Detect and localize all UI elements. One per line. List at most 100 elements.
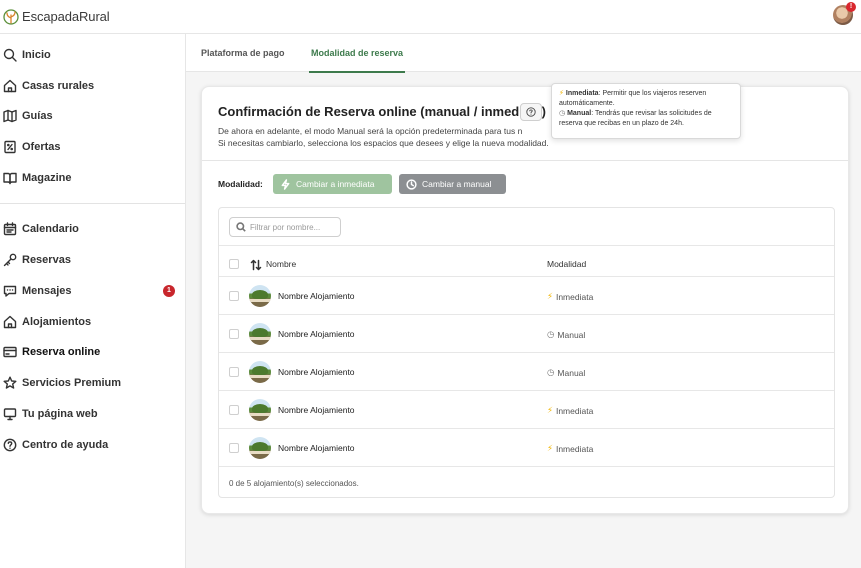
column-header-name[interactable]: Nombre [266, 259, 296, 269]
tab-plataforma-de-pago[interactable]: Plataforma de pago [201, 34, 285, 72]
accommodation-mode: ◷ Manual [547, 329, 585, 340]
sidebar-item-label: Alojamientos [22, 316, 92, 328]
accommodation-name: Nombre Alojamiento [278, 405, 355, 415]
table-row: Nombre Alojamiento ⚡ Inmediata [219, 428, 834, 466]
sidebar-item-calendario[interactable]: Calendario [0, 217, 185, 241]
sidebar-item-centro-de-ayuda[interactable]: Centro de ayuda [0, 433, 185, 457]
bolt-icon: ⚡ [547, 291, 553, 301]
accommodation-mode: ⚡ Inmediata [547, 291, 593, 302]
mode-text: Manual [557, 367, 586, 378]
sidebar-item-tu-pagina-web[interactable]: Tu página web [0, 402, 185, 426]
mode-help-tooltip: ⚡ Inmediata: Permitir que los viajeros r… [551, 83, 741, 139]
tooltip-immediate-title: Inmediata [565, 90, 599, 97]
brand-logo-icon [3, 8, 19, 25]
brand-name: EscapadaRural [22, 9, 110, 24]
accommodation-mode: ⚡ Inmediata [547, 443, 593, 454]
accommodation-name: Nombre Alojamiento [278, 291, 355, 301]
tab-modalidad-de-reserva[interactable]: Modalidad de reserva [308, 34, 406, 73]
card-description: De ahora en adelante, el modo Manual ser… [218, 125, 549, 149]
sidebar-item-ofertas[interactable]: Ofertas [0, 135, 185, 159]
chat-icon [3, 284, 17, 298]
row-checkbox[interactable] [229, 367, 239, 377]
select-all-checkbox[interactable] [229, 259, 239, 269]
card-divider [202, 160, 848, 161]
key-icon [3, 253, 17, 267]
description-line-2: Si necesitas cambiarlo, selecciona los e… [218, 138, 549, 148]
change-to-manual-button[interactable]: Cambiar a manual [399, 174, 506, 194]
clock-icon: ◷ [559, 110, 566, 117]
sidebar-item-mensajes[interactable]: Mensajes 1 [0, 279, 185, 303]
messages-badge: 1 [163, 285, 175, 297]
top-bar: EscapadaRural ! [0, 0, 861, 34]
question-icon [526, 107, 536, 117]
tooltip-immediate: ⚡ Inmediata: Permitir que los viajeros r… [559, 89, 733, 109]
filter-box[interactable] [229, 217, 341, 237]
user-avatar[interactable]: ! [833, 2, 856, 25]
accommodation-name: Nombre Alojamiento [278, 367, 355, 377]
sidebar-item-label: Ofertas [22, 141, 61, 153]
table-row: Nombre Alojamiento ⚡ Inmediata [219, 276, 834, 314]
search-icon [236, 222, 246, 232]
sidebar-item-label: Inicio [22, 49, 51, 61]
help-icon [3, 438, 17, 452]
book-icon [3, 171, 17, 185]
accommodation-thumbnail [249, 437, 271, 459]
home-icon [3, 79, 17, 93]
row-checkbox[interactable] [229, 291, 239, 301]
bolt-icon: ⚡ [559, 90, 564, 97]
sidebar-item-label: Centro de ayuda [22, 439, 109, 451]
mode-text: Inmediata [555, 405, 594, 416]
map-icon [3, 109, 17, 123]
sidebar-item-reservas[interactable]: Reservas [0, 248, 185, 272]
filter-input[interactable] [250, 222, 340, 232]
clock-icon: ◷ [547, 367, 555, 377]
tooltip-manual: ◷ Manual: Tendrás que revisar las solici… [559, 109, 733, 129]
row-checkbox[interactable] [229, 329, 239, 339]
row-checkbox[interactable] [229, 405, 239, 415]
mode-text: Inmediata [555, 443, 594, 454]
tag-icon [3, 140, 17, 154]
change-to-immediate-button[interactable]: Cambiar a inmediata [273, 174, 392, 194]
bolt-icon [281, 178, 290, 190]
tab-bar: Plataforma de pago Modalidad de reserva [186, 34, 861, 73]
mode-label: Modalidad: [218, 179, 263, 189]
table-footer-divider [219, 466, 834, 467]
row-checkbox[interactable] [229, 443, 239, 453]
brand[interactable]: EscapadaRural [3, 8, 110, 25]
tooltip-manual-title: Manual [567, 110, 592, 117]
sidebar-item-magazine[interactable]: Magazine [0, 166, 185, 190]
accommodation-mode: ◷ Manual [547, 367, 585, 378]
sidebar-item-guias[interactable]: Guías [0, 104, 185, 128]
change-to-manual-label: Cambiar a manual [422, 179, 492, 189]
mode-text: Manual [557, 329, 586, 340]
accommodation-thumbnail [249, 285, 271, 307]
sidebar-item-casas-rurales[interactable]: Casas rurales [0, 74, 185, 98]
accommodation-thumbnail [249, 399, 271, 421]
sidebar-item-inicio[interactable]: Inicio [0, 43, 185, 67]
clock-icon: ◷ [547, 329, 555, 339]
bolt-icon: ⚡ [547, 405, 553, 415]
selection-count: 0 de 5 alojamiento(s) seleccionados. [229, 479, 359, 488]
sidebar-item-reserva-online[interactable]: Reserva online [0, 340, 185, 364]
sidebar-divider [0, 203, 185, 204]
column-header-mode: Modalidad [547, 259, 587, 269]
sort-icon[interactable] [250, 258, 262, 271]
sidebar-item-servicios-premium[interactable]: Servicios Premium [0, 371, 185, 395]
mode-text: Inmediata [555, 291, 594, 302]
page-title: Confirmación de Reserva online (manual /… [218, 104, 546, 119]
sidebar-item-label: Casas rurales [22, 80, 95, 92]
table-row: Nombre Alojamiento ◷ Manual [219, 314, 834, 352]
search-icon [3, 48, 17, 62]
accommodation-name: Nombre Alojamiento [278, 329, 355, 339]
reservation-mode-card: Confirmación de Reserva online (manual /… [201, 86, 849, 514]
monitor-icon [3, 407, 17, 421]
accommodation-name: Nombre Alojamiento [278, 443, 355, 453]
accommodation-thumbnail [249, 323, 271, 345]
sidebar-item-alojamientos[interactable]: Alojamientos [0, 310, 185, 334]
sidebar-item-label: Mensajes [22, 285, 72, 297]
bolt-icon: ⚡ [547, 443, 553, 453]
avatar-notification-badge: ! [846, 2, 856, 12]
help-button[interactable] [520, 103, 542, 121]
sidebar-item-label: Reserva online [22, 346, 101, 358]
sidebar: Inicio Casas rurales Guías Ofertas Magaz… [0, 34, 186, 568]
